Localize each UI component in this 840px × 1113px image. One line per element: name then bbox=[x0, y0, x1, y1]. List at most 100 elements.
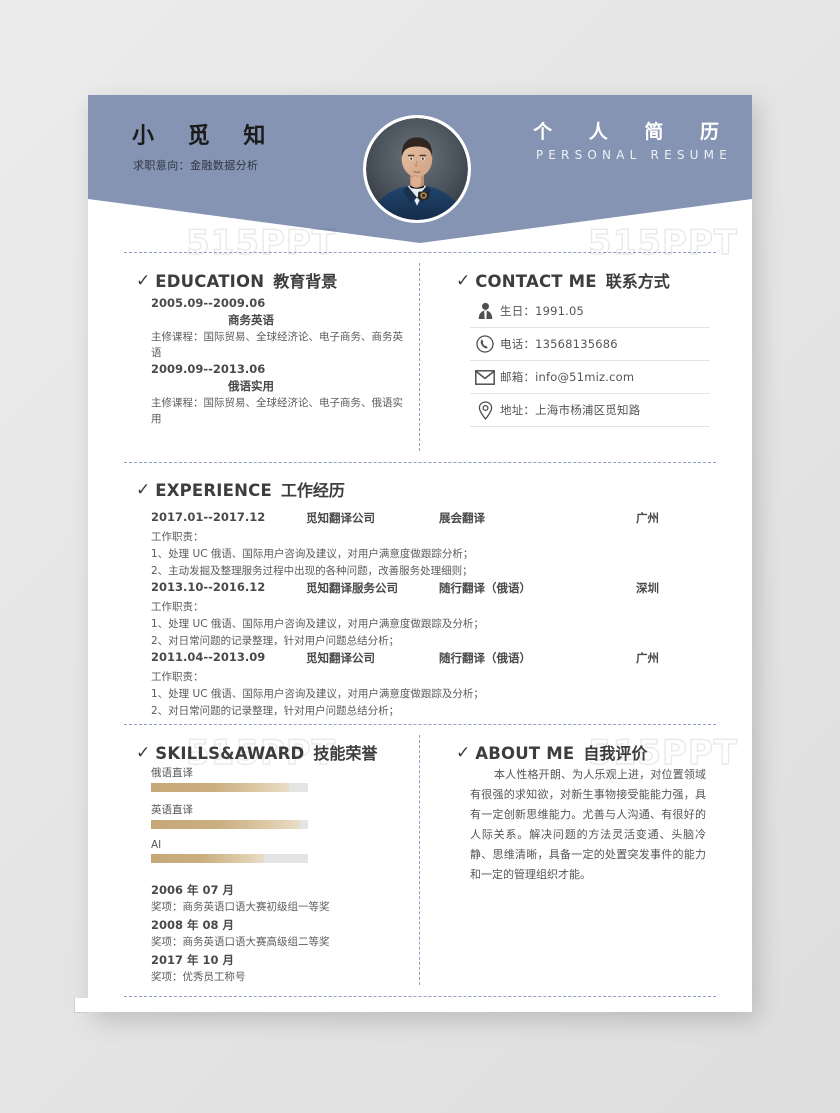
experience-duty: 1、处理 UC 俄语、国际用户咨询及建议，对用户满意度做跟踪及分析； bbox=[151, 688, 484, 700]
experience-company: 觅知翻译服务公司 bbox=[306, 581, 398, 595]
avatar bbox=[363, 115, 471, 223]
skill-label: AI bbox=[151, 839, 162, 851]
skills-heading-en: SKILLS&AWARD bbox=[155, 744, 305, 763]
contact-list: 生日：1991.05 电话：13568135686 邮箱：info@51miz.… bbox=[470, 295, 710, 427]
job-objective: 求职意向：金融数据分析 bbox=[133, 159, 259, 172]
envelope-icon bbox=[470, 369, 500, 385]
experience-item: 2011.04--2013.09 觅知翻译公司 随行翻译（俄语） 广州 工作职责… bbox=[151, 650, 736, 720]
contact-heading-en: CONTACT ME bbox=[475, 272, 597, 291]
page-corner-marker bbox=[74, 998, 89, 1013]
skill-bar-track bbox=[151, 783, 308, 792]
skill-label: 英语直译 bbox=[151, 804, 193, 816]
experience-duty-label: 工作职责： bbox=[151, 531, 204, 543]
education-desc: 主修课程：国际贸易、全球经济论、电子商务、商务英语 bbox=[151, 331, 403, 359]
award-date: 2008 年 08 月 bbox=[151, 918, 235, 932]
skill-bar-track bbox=[151, 854, 308, 863]
check-icon: ✓ bbox=[456, 743, 471, 763]
portrait-photo bbox=[366, 118, 468, 220]
resume-title-cn: 个 人 简 历 bbox=[533, 121, 734, 143]
experience-heading-cn: 工作经历 bbox=[280, 481, 345, 500]
experience-item: 2013.10--2016.12 觅知翻译服务公司 随行翻译（俄语） 深圳 工作… bbox=[151, 580, 736, 650]
award-date: 2017 年 10 月 bbox=[151, 953, 235, 967]
experience-list: 2017.01--2017.12 觅知翻译公司 展会翻译 广州 工作职责： 1、… bbox=[151, 510, 736, 720]
experience-role: 随行翻译（俄语） bbox=[439, 651, 531, 665]
about-heading-cn: 自我评价 bbox=[583, 744, 648, 763]
experience-company: 觅知翻译公司 bbox=[306, 651, 375, 665]
skill-item: 英语直译 bbox=[151, 802, 421, 829]
experience-duty: 2、对日常问题的记录整理，针对用户问题总结分析； bbox=[151, 705, 400, 717]
award-item: 2008 年 08 月 奖项：商务英语口语大赛高级组二等奖 bbox=[151, 916, 421, 951]
check-icon: ✓ bbox=[136, 480, 151, 500]
section-heading-experience: ✓ EXPERIENCE 工作经历 bbox=[136, 477, 345, 501]
phone-icon bbox=[470, 335, 500, 353]
check-icon: ✓ bbox=[456, 271, 471, 291]
contact-text: 电话：13568135686 bbox=[500, 337, 618, 351]
education-heading-en: EDUCATION bbox=[155, 272, 265, 291]
check-icon: ✓ bbox=[136, 743, 151, 763]
skill-label: 俄语直译 bbox=[151, 767, 193, 779]
experience-duty: 2、对日常问题的记录整理，针对用户问题总结分析； bbox=[151, 635, 400, 647]
skills-heading-cn: 技能荣誉 bbox=[313, 744, 378, 763]
section-heading-education: ✓ EDUCATION 教育背景 bbox=[136, 268, 337, 292]
education-major: 俄语实用 bbox=[228, 379, 274, 393]
location-icon bbox=[470, 400, 500, 420]
about-text: 本人性格开朗、为人乐观上进，对位置领域有很强的求知欲，对新生事物接受能能力强，具… bbox=[470, 768, 706, 881]
resume-paper: 小 觅 知 求职意向：金融数据分析 个 人 简 历 PERSONAL RESUM… bbox=[88, 95, 752, 1012]
award-text: 奖项：商务英语口语大赛初级组一等奖 bbox=[151, 901, 330, 913]
experience-header-row: 2013.10--2016.12 觅知翻译服务公司 随行翻译（俄语） 深圳 bbox=[151, 580, 736, 599]
award-text: 奖项：商务英语口语大赛高级组二等奖 bbox=[151, 936, 330, 948]
award-date: 2006 年 07 月 bbox=[151, 883, 235, 897]
experience-duty-label: 工作职责： bbox=[151, 601, 204, 613]
contact-text: 生日：1991.05 bbox=[500, 304, 585, 318]
experience-date: 2013.10--2016.12 bbox=[151, 580, 266, 594]
skill-bar-fill bbox=[151, 820, 301, 829]
education-heading-cn: 教育背景 bbox=[273, 272, 338, 291]
resume-page-canvas: 小 觅 知 求职意向：金融数据分析 个 人 简 历 PERSONAL RESUM… bbox=[0, 0, 840, 1113]
experience-heading-en: EXPERIENCE bbox=[155, 481, 272, 500]
contact-text: 地址：上海市杨浦区觅知路 bbox=[500, 403, 641, 417]
contact-text: 邮箱：info@51miz.com bbox=[500, 370, 635, 384]
divider-top bbox=[124, 252, 716, 253]
resume-title-en: PERSONAL RESUME bbox=[535, 148, 732, 162]
experience-role: 随行翻译（俄语） bbox=[439, 581, 531, 595]
section-heading-about: ✓ ABOUT ME 自我评价 bbox=[456, 740, 647, 764]
person-icon bbox=[470, 302, 500, 320]
skill-bar-track bbox=[151, 820, 308, 829]
experience-city: 广州 bbox=[636, 651, 659, 665]
education-date: 2005.09--2009.06 bbox=[151, 296, 266, 310]
experience-company: 觅知翻译公司 bbox=[306, 511, 375, 525]
divider-vertical-top bbox=[419, 263, 420, 451]
divider-education-experience bbox=[124, 462, 716, 463]
contact-row-email: 邮箱：info@51miz.com bbox=[470, 361, 710, 394]
skill-item: 俄语直译 bbox=[151, 765, 421, 792]
experience-header-row: 2017.01--2017.12 觅知翻译公司 展会翻译 广州 bbox=[151, 510, 736, 529]
education-date: 2009.09--2013.06 bbox=[151, 362, 266, 376]
experience-item: 2017.01--2017.12 觅知翻译公司 展会翻译 广州 工作职责： 1、… bbox=[151, 510, 736, 580]
about-heading-en: ABOUT ME bbox=[475, 744, 575, 763]
experience-city: 深圳 bbox=[636, 581, 659, 595]
section-heading-contact: ✓ CONTACT ME 联系方式 bbox=[456, 268, 670, 292]
education-item: 2005.09--2009.06 商务英语 主修课程：国际贸易、全球经济论、电子… bbox=[151, 295, 411, 361]
experience-duty: 1、处理 UC 俄语、国际用户咨询及建议，对用户满意度做跟踪分析； bbox=[151, 548, 474, 560]
skills-list: 俄语直译 英语直译 AI 2006 年 07 月 奖项：商务英语口语大赛初级组一… bbox=[151, 765, 421, 986]
candidate-name: 小 觅 知 bbox=[132, 124, 279, 149]
award-item: 2017 年 10 月 奖项：优秀员工称号 bbox=[151, 951, 421, 986]
divider-bottom bbox=[124, 996, 716, 997]
check-icon: ✓ bbox=[136, 271, 151, 291]
award-item: 2006 年 07 月 奖项：商务英语口语大赛初级组一等奖 bbox=[151, 881, 421, 916]
experience-role: 展会翻译 bbox=[439, 511, 485, 525]
skill-bar-fill bbox=[151, 783, 290, 792]
contact-row-address: 地址：上海市杨浦区觅知路 bbox=[470, 394, 710, 427]
experience-header-row: 2011.04--2013.09 觅知翻译公司 随行翻译（俄语） 广州 bbox=[151, 650, 736, 669]
experience-duty: 1、处理 UC 俄语、国际用户咨询及建议，对用户满意度做跟踪及分析； bbox=[151, 618, 484, 630]
divider-experience-skills bbox=[124, 724, 716, 725]
experience-date: 2017.01--2017.12 bbox=[151, 510, 266, 524]
experience-duty: 2、主动发掘及整理服务过程中出现的各种问题，改善服务处理细则； bbox=[151, 565, 473, 577]
experience-city: 广州 bbox=[636, 511, 659, 525]
resume-header: 小 觅 知 求职意向：金融数据分析 个 人 简 历 PERSONAL RESUM… bbox=[88, 95, 752, 247]
experience-date: 2011.04--2013.09 bbox=[151, 650, 266, 664]
contact-heading-cn: 联系方式 bbox=[605, 272, 670, 291]
award-text: 奖项：优秀员工称号 bbox=[151, 971, 246, 983]
section-heading-skills: ✓ SKILLS&AWARD 技能荣誉 bbox=[136, 740, 377, 764]
experience-duty-label: 工作职责： bbox=[151, 671, 204, 683]
